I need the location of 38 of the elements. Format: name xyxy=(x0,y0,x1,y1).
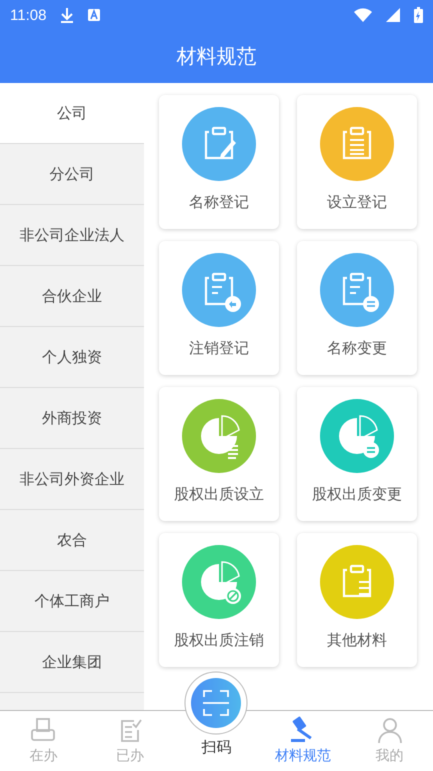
material-card[interactable]: 名称变更 xyxy=(297,241,417,375)
sidebar-item[interactable]: 个人独资 xyxy=(0,327,144,388)
material-card[interactable]: 名称登记 xyxy=(159,95,279,229)
material-card[interactable]: 股权出质注销 xyxy=(159,533,279,667)
printer-icon xyxy=(29,716,58,744)
material-card[interactable]: 其他材料 xyxy=(297,533,417,667)
sidebar-item[interactable]: 农合 xyxy=(0,510,144,571)
app-notification-icon xyxy=(88,9,100,21)
sidebar-item[interactable]: 外商投资 xyxy=(0,388,144,449)
sidebar-item[interactable]: 公司 xyxy=(0,83,144,144)
card-label: 名称变更 xyxy=(327,339,387,358)
download-icon xyxy=(60,7,74,23)
material-card[interactable]: 注销登记 xyxy=(159,241,279,375)
scan-button[interactable] xyxy=(184,671,248,735)
card-label: 股权出质变更 xyxy=(312,485,402,504)
wifi-icon xyxy=(354,8,372,22)
material-card[interactable]: 设立登记 xyxy=(297,95,417,229)
material-card[interactable]: 股权出质变更 xyxy=(297,387,417,521)
sidebar-item[interactable]: 个体工商户 xyxy=(0,571,144,632)
card-label: 其他材料 xyxy=(327,631,387,650)
card-label: 股权出质设立 xyxy=(174,485,264,504)
sidebar-item[interactable]: 分公司 xyxy=(0,144,144,205)
scan-tab[interactable]: 扫码 xyxy=(201,738,232,757)
signal-icon xyxy=(386,8,400,22)
sidebar-item[interactable]: 合伙企业 xyxy=(0,266,144,327)
card-label: 注销登记 xyxy=(189,339,249,358)
person-icon xyxy=(376,716,404,744)
material-card[interactable]: 股权出质设立 xyxy=(159,387,279,521)
status-time: 11:08 xyxy=(10,6,46,24)
sidebar-item[interactable]: 非公司外资企业 xyxy=(0,449,144,510)
sidebar-item[interactable]: 非公司企业法人 xyxy=(0,205,144,266)
card-label: 股权出质注销 xyxy=(174,631,264,650)
battery-icon xyxy=(414,7,423,23)
page-title: 材料规范 xyxy=(176,43,258,70)
nav-tab[interactable]: 材料规范 xyxy=(260,711,346,771)
card-label: 名称登记 xyxy=(189,193,249,212)
card-label: 设立登记 xyxy=(327,193,387,212)
sidebar-item[interactable]: 企业集团 xyxy=(0,632,144,693)
